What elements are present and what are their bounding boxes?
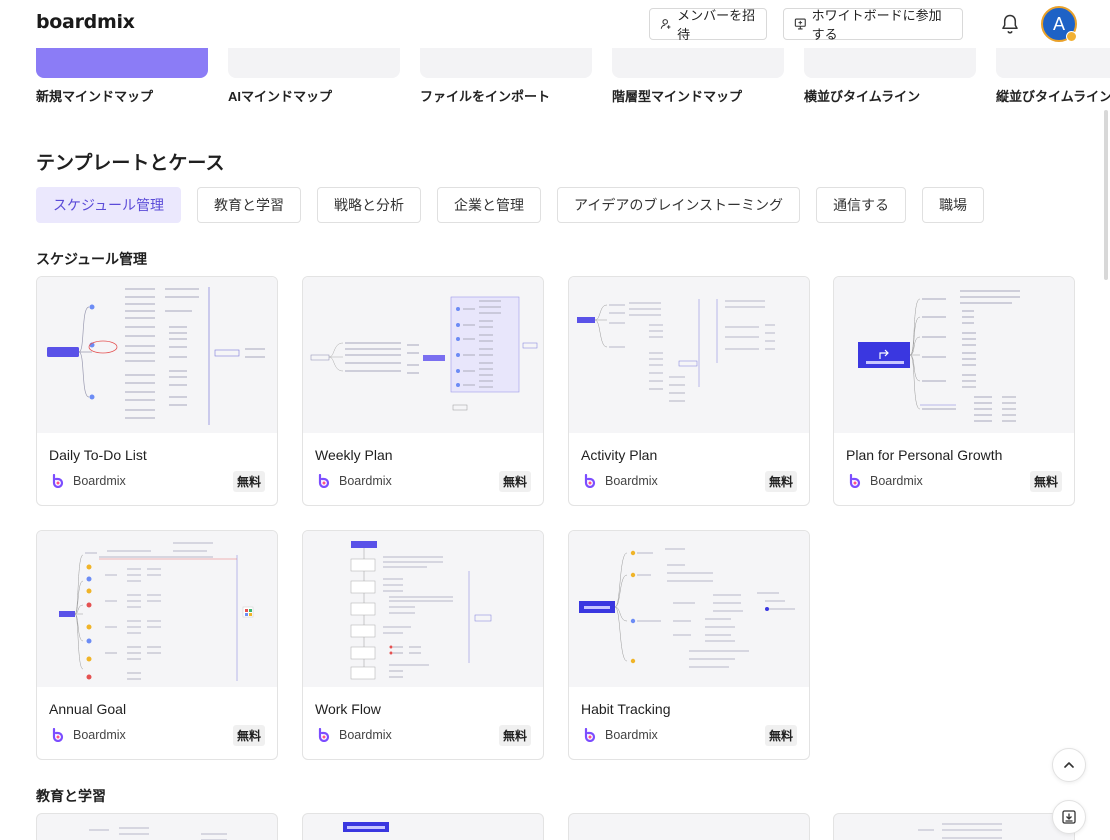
- category-tabs: スケジュール管理 教育と学習 戦略と分析 企業と管理 アイデアのブレインストーミ…: [36, 187, 985, 223]
- template-title: Weekly Plan: [315, 447, 393, 463]
- template-author: Boardmix: [848, 474, 923, 488]
- invite-members-label: メンバーを招待: [677, 8, 756, 42]
- invite-members-button[interactable]: メンバーを招待: [649, 8, 767, 42]
- free-badge: 無料: [764, 471, 797, 492]
- tab-business[interactable]: 企業と管理: [437, 187, 542, 223]
- boardmix-icon: [318, 728, 330, 742]
- notification-bell-icon[interactable]: [1000, 13, 1020, 40]
- quick-action-label: 縦並びタイムライン: [996, 89, 1110, 104]
- boardmix-logo[interactable]: boardmix: [36, 11, 135, 33]
- template-author: Boardmix: [583, 474, 658, 488]
- schedule-section-title: スケジュール管理: [36, 251, 148, 267]
- template-thumbnail: [37, 277, 277, 433]
- free-badge: 無料: [498, 725, 531, 746]
- boardmix-icon: [52, 474, 64, 488]
- tab-schedule[interactable]: スケジュール管理: [36, 187, 182, 223]
- quick-action-thumbnail: [996, 48, 1110, 78]
- quick-action-thumbnail: [420, 48, 592, 78]
- quick-action-label: 横並びタイムライン: [804, 89, 921, 104]
- template-title: Work Flow: [315, 701, 381, 717]
- quick-action-thumbnail: [612, 48, 784, 78]
- avatar-badge-icon: [1066, 31, 1077, 42]
- free-badge: 無料: [498, 471, 531, 492]
- quick-action-label: 階層型マインドマップ: [612, 89, 743, 104]
- template-author-name: Boardmix: [339, 474, 392, 488]
- template-author: Boardmix: [317, 474, 392, 488]
- templates-section-title: テンプレートとケース: [36, 153, 225, 174]
- template-author: Boardmix: [51, 474, 126, 488]
- boardmix-icon: [584, 474, 596, 488]
- tab-strategy[interactable]: 戦略と分析: [317, 187, 422, 223]
- education-template-card[interactable]: [568, 813, 810, 840]
- template-title: Plan for Personal Growth: [846, 447, 1003, 463]
- boardmix-icon: [849, 474, 861, 488]
- quick-action-hierarchy-mindmap[interactable]: 階層型マインドマップ: [612, 48, 784, 105]
- boardmix-icon: [584, 728, 596, 742]
- quick-action-label: 新規マインドマップ: [36, 89, 154, 104]
- join-whiteboard-label: ホワイトボードに参加する: [811, 8, 942, 42]
- template-thumbnail: [303, 531, 543, 687]
- whiteboard-icon: [794, 18, 806, 30]
- quick-action-import-file[interactable]: ファイルをインポート: [420, 48, 592, 105]
- template-title: Annual Goal: [49, 701, 127, 717]
- quick-action-new-mindmap[interactable]: 新規マインドマップ: [36, 48, 208, 105]
- template-card-personal-growth[interactable]: Plan for Personal Growth Boardmix 無料: [833, 276, 1075, 506]
- education-template-card[interactable]: [36, 813, 278, 840]
- free-badge: 無料: [232, 725, 265, 746]
- top-bar: boardmix メンバーを招待 ホワイトボードに参加する A: [0, 0, 1110, 48]
- template-card-daily-todo[interactable]: Daily To-Do List Boardmix 無料: [36, 276, 278, 506]
- free-badge: 無料: [764, 725, 797, 746]
- template-thumbnail: [37, 531, 277, 687]
- template-title: Activity Plan: [581, 447, 658, 463]
- quick-action-ai-mindmap[interactable]: AIマインドマップ: [228, 48, 400, 105]
- quick-action-label: AIマインドマップ: [228, 89, 333, 104]
- download-icon: [1062, 810, 1076, 824]
- quick-action-thumbnail: [804, 48, 976, 78]
- template-author: Boardmix: [51, 728, 126, 742]
- template-card-activity-plan[interactable]: Activity Plan Boardmix 無料: [568, 276, 810, 506]
- free-badge: 無料: [1029, 471, 1062, 492]
- tab-workplace[interactable]: 職場: [922, 187, 985, 223]
- scroll-to-top-button[interactable]: [1052, 748, 1086, 782]
- page-scrollbar[interactable]: [1104, 110, 1108, 280]
- template-author-name: Boardmix: [339, 728, 392, 742]
- tab-brainstorming[interactable]: アイデアのブレインストーミング: [557, 187, 801, 223]
- join-whiteboard-button[interactable]: ホワイトボードに参加する: [783, 8, 963, 42]
- template-thumbnail: [569, 277, 809, 433]
- template-title: Daily To-Do List: [49, 447, 147, 463]
- template-title: Habit Tracking: [581, 701, 671, 717]
- education-template-card[interactable]: [833, 813, 1075, 840]
- add-user-icon: [660, 19, 671, 29]
- template-author-name: Boardmix: [605, 728, 658, 742]
- template-card-annual-goal[interactable]: Annual Goal Boardmix 無料: [36, 530, 278, 760]
- quick-action-thumbnail: [228, 48, 400, 78]
- quick-action-vertical-timeline[interactable]: 縦並びタイムライン: [996, 48, 1110, 105]
- quick-action-horizontal-timeline[interactable]: 横並びタイムライン: [804, 48, 976, 105]
- template-author-name: Boardmix: [605, 474, 658, 488]
- template-thumbnail: [569, 531, 809, 687]
- boardmix-icon: [52, 728, 64, 742]
- template-card-work-flow[interactable]: Work Flow Boardmix 無料: [302, 530, 544, 760]
- template-author-name: Boardmix: [73, 728, 126, 742]
- tab-education[interactable]: 教育と学習: [197, 187, 302, 223]
- quick-actions-row: 新規マインドマップ AIマインドマップ ファイルをインポート 階層型マインドマッ…: [36, 48, 1110, 108]
- quick-action-label: ファイルをインポート: [420, 89, 551, 104]
- download-button[interactable]: [1052, 800, 1086, 834]
- free-badge: 無料: [232, 471, 265, 492]
- chevron-up-icon: [1064, 762, 1074, 768]
- template-author-name: Boardmix: [870, 474, 923, 488]
- template-thumbnail: [303, 277, 543, 433]
- template-card-weekly-plan[interactable]: Weekly Plan Boardmix 無料: [302, 276, 544, 506]
- template-thumbnail: [834, 277, 1074, 433]
- quick-action-thumbnail: [36, 48, 208, 78]
- education-template-card[interactable]: [302, 813, 544, 840]
- boardmix-icon: [318, 474, 330, 488]
- education-section-title: 教育と学習: [36, 788, 106, 804]
- template-card-habit-tracking[interactable]: Habit Tracking Boardmix 無料: [568, 530, 810, 760]
- template-author-name: Boardmix: [73, 474, 126, 488]
- template-author: Boardmix: [583, 728, 658, 742]
- tab-communication[interactable]: 通信する: [816, 187, 907, 223]
- template-author: Boardmix: [317, 728, 392, 742]
